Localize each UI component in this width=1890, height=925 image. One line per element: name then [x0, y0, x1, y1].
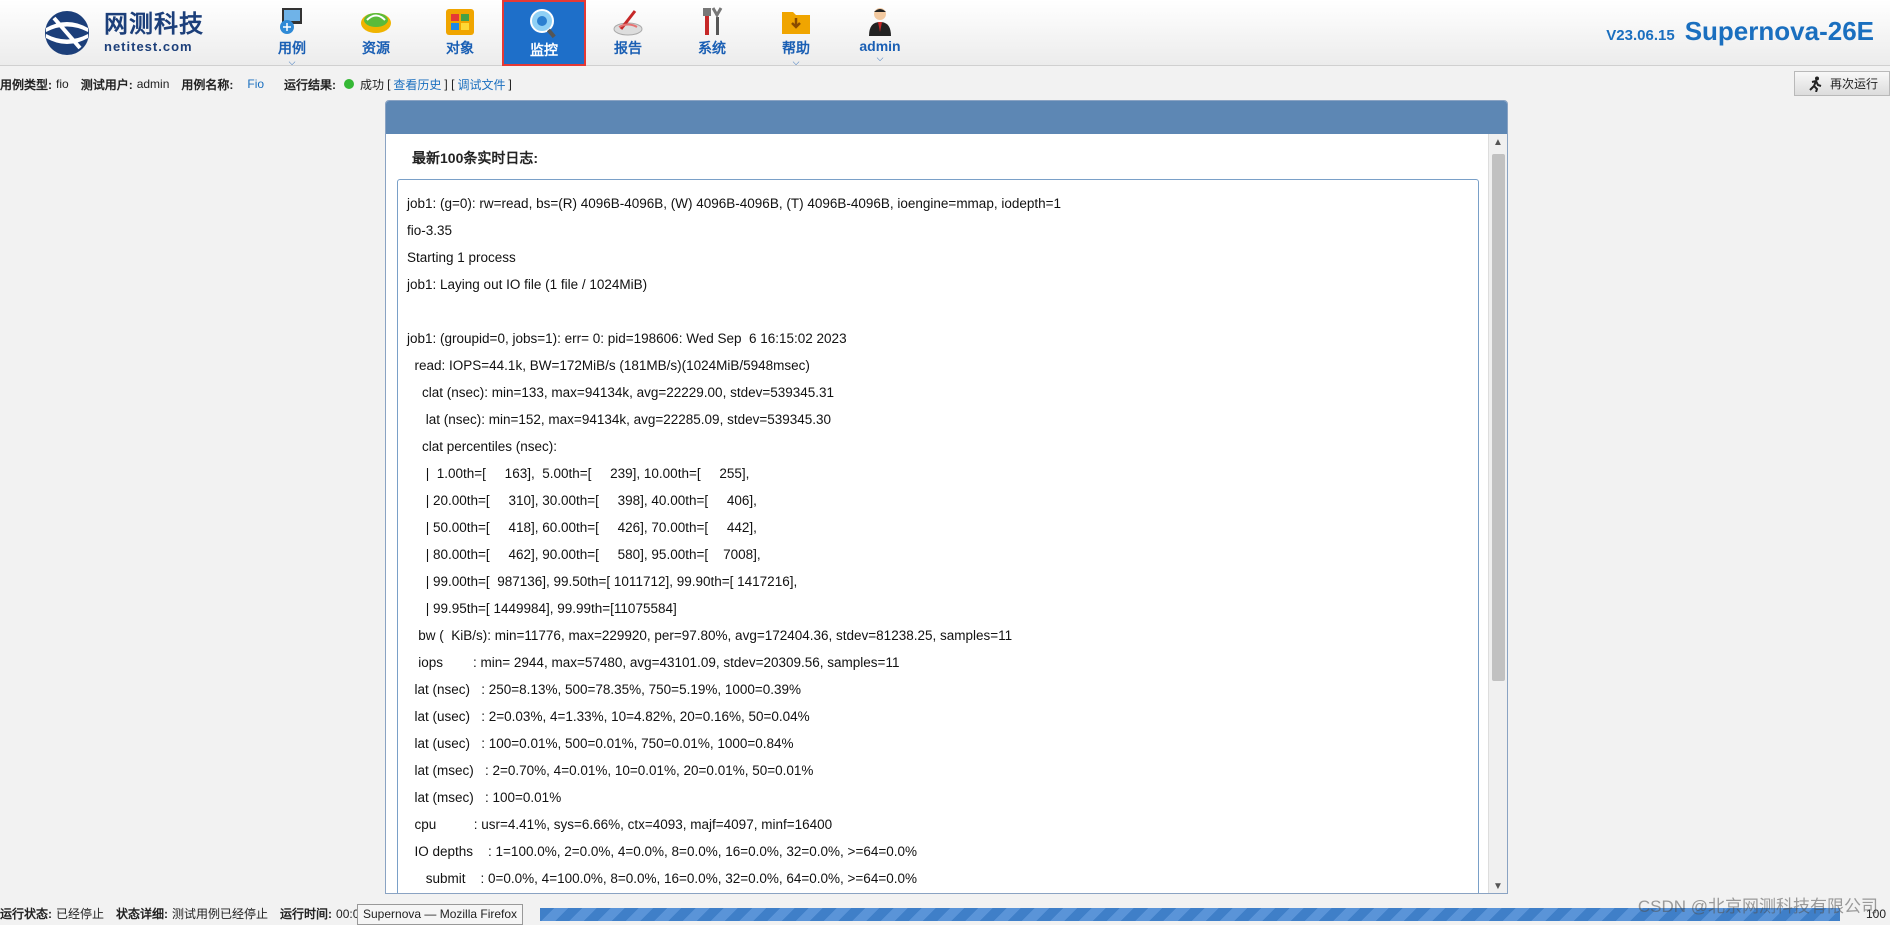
brand-name-cn: 网测科技	[104, 11, 204, 38]
log-line: | 99.95th=[ 1449984], 99.99th=[11075584]	[407, 601, 677, 616]
log-line: lat (usec) : 100=0.01%, 500=0.01%, 750=0…	[407, 736, 794, 751]
case-type-value: fio	[56, 77, 69, 91]
result-label: 运行结果:	[284, 77, 337, 92]
nav-label: 监控	[530, 42, 558, 58]
nav-admin[interactable]: admin ⌵	[838, 0, 922, 66]
case-name-label: 用例名称:	[181, 77, 234, 92]
main-nav: 用例 ⌵ 资源 对象 监控 报告 系统 帮助 ⌵ admin ⌵	[250, 0, 922, 67]
detail-value: 测试用例已经停止	[172, 907, 269, 921]
nav-use-case[interactable]: 用例 ⌵	[250, 0, 334, 67]
case-info-bar: 用例类型: fio 测试用户: admin 用例名称: Fio 运行结果: 成功…	[0, 74, 512, 94]
log-line: fio-3.35	[407, 223, 453, 238]
help-folder-icon	[782, 12, 810, 34]
run-state-label: 运行状态:	[0, 907, 52, 921]
log-line: submit : 0=0.0%, 4=100.0%, 8=0.0%, 16=0.…	[407, 871, 917, 886]
nav-label: 帮助	[782, 40, 810, 56]
log-line: job1: Laying out IO file (1 file / 1024M…	[407, 277, 648, 292]
system-tools-icon	[703, 7, 723, 35]
nav-label: 资源	[362, 40, 390, 56]
panel-title: 最新100条实时日志:	[412, 150, 539, 166]
log-line: lat (usec) : 2=0.03%, 4=1.33%, 10=4.82%,…	[407, 709, 810, 724]
log-output[interactable]: job1: (g=0): rw=read, bs=(R) 4096B-4096B…	[397, 179, 1479, 893]
watermark: CSDN @北京网测科技有限公司	[1637, 897, 1878, 916]
success-status-icon	[344, 79, 355, 89]
log-line: cpu : usr=4.41%, sys=6.66%, ctx=4093, ma…	[407, 817, 833, 832]
bracket-close: ]	[508, 77, 512, 91]
version-number: V23.06.15	[1606, 27, 1675, 44]
rerun-button[interactable]: 再次运行	[1794, 71, 1890, 96]
nav-label: 报告	[614, 40, 642, 56]
version-info: V23.06.15 Supernova-26E	[1606, 16, 1874, 47]
nav-system[interactable]: 系统	[670, 0, 754, 66]
resource-icon	[361, 13, 391, 33]
log-panel: 最新100条实时日志: job1: (g=0): rw=read, bs=(R)…	[385, 100, 1508, 894]
object-icon	[446, 9, 474, 35]
nav-resource[interactable]: 资源	[334, 0, 418, 66]
use-case-icon	[280, 8, 302, 34]
brand-name-en: netitest.com	[104, 39, 193, 54]
log-line: lat (msec) : 2=0.70%, 4=0.01%, 10=0.01%,…	[407, 763, 814, 778]
case-name-link[interactable]: Fio	[247, 77, 264, 91]
nav-monitor[interactable]: 监控	[502, 0, 586, 66]
bracket-open: [	[387, 77, 391, 91]
log-line: lat (msec) : 100=0.01%	[407, 790, 562, 805]
nav-object[interactable]: 对象	[418, 0, 502, 66]
log-line: IO depths : 1=100.0%, 2=0.0%, 4=0.0%, 8=…	[407, 844, 918, 859]
nav-label: 对象	[446, 40, 474, 56]
nav-label: 系统	[698, 40, 726, 56]
product-name: Supernova-26E	[1684, 16, 1874, 46]
window-tooltip: Supernova — Mozilla Firefox	[357, 904, 524, 925]
running-man-icon	[1809, 76, 1822, 92]
rerun-label: 再次运行	[1829, 77, 1878, 91]
log-line: bw ( KiB/s): min=11776, max=229920, per=…	[407, 628, 1013, 643]
log-line: lat (nsec) : 250=8.13%, 500=78.35%, 750=…	[407, 682, 802, 697]
panel-header	[386, 101, 1507, 134]
log-line: job1: (groupid=0, jobs=1): err= 0: pid=1…	[407, 331, 847, 346]
nav-help[interactable]: 帮助 ⌵	[754, 0, 838, 67]
log-line: | 80.00th=[ 462], 90.00th=[ 580], 95.00t…	[407, 547, 761, 562]
scroll-down-icon[interactable]: ▼	[1489, 878, 1507, 893]
log-line: Starting 1 process	[407, 250, 516, 265]
log-line: | 50.00th=[ 418], 60.00th=[ 426], 70.00t…	[407, 520, 757, 535]
log-line: | 99.00th=[ 987136], 99.50th=[ 1011712],…	[407, 574, 798, 589]
log-line: lat (nsec): min=152, max=94134k, avg=222…	[407, 412, 832, 427]
admin-user-icon	[869, 8, 891, 36]
log-line: job1: (g=0): rw=read, bs=(R) 4096B-4096B…	[407, 196, 1062, 211]
user-label: 测试用户:	[80, 77, 133, 92]
log-line: | 20.00th=[ 310], 30.00th=[ 398], 40.00t…	[407, 493, 757, 508]
view-history-link[interactable]: 查看历史	[393, 76, 441, 93]
detail-label: 状态详细:	[116, 907, 169, 921]
bracket-mid: ] [	[444, 77, 455, 91]
nav-label: 用例	[278, 40, 306, 56]
log-line: | 1.00th=[ 163], 5.00th=[ 239], 10.00th=…	[407, 466, 750, 481]
log-line: read: IOPS=44.1k, BW=172MiB/s (181MB/s)(…	[407, 358, 810, 373]
result-value: 成功	[360, 77, 385, 92]
vertical-scrollbar[interactable]: ▲ ▼	[1488, 134, 1507, 893]
case-type-label: 用例类型:	[0, 77, 52, 92]
top-navigation-bar: 网测科技 netitest.com 用例 ⌵ 资源 对象 监控 报告 系统 帮助…	[0, 0, 1890, 67]
panel-body[interactable]: 最新100条实时日志: job1: (g=0): rw=read, bs=(R)…	[386, 134, 1489, 893]
run-time-label: 运行时间:	[280, 907, 333, 921]
debug-file-link[interactable]: 调试文件	[457, 76, 505, 93]
monitor-icon	[530, 9, 556, 39]
chevron-down-icon: ⌵	[792, 57, 800, 67]
run-time-value: 00:0	[336, 906, 360, 921]
run-state-value: 已经停止	[56, 907, 105, 921]
report-icon	[613, 10, 643, 36]
log-line: clat percentiles (nsec):	[407, 439, 558, 454]
nav-label: admin	[859, 38, 901, 54]
chevron-down-icon: ⌵	[876, 53, 884, 63]
globe-logo-icon	[45, 11, 89, 55]
brand-logo[interactable]: 网测科技 netitest.com	[38, 8, 204, 58]
nav-report[interactable]: 报告	[586, 0, 670, 66]
scroll-up-icon[interactable]: ▲	[1489, 134, 1507, 151]
log-line: clat (nsec): min=133, max=94134k, avg=22…	[407, 385, 835, 400]
scrollbar-thumb[interactable]	[1492, 154, 1505, 681]
log-line: iops : min= 2944, max=57480, avg=43101.0…	[407, 655, 900, 670]
user-value: admin	[136, 77, 170, 91]
chevron-down-icon: ⌵	[288, 57, 296, 67]
